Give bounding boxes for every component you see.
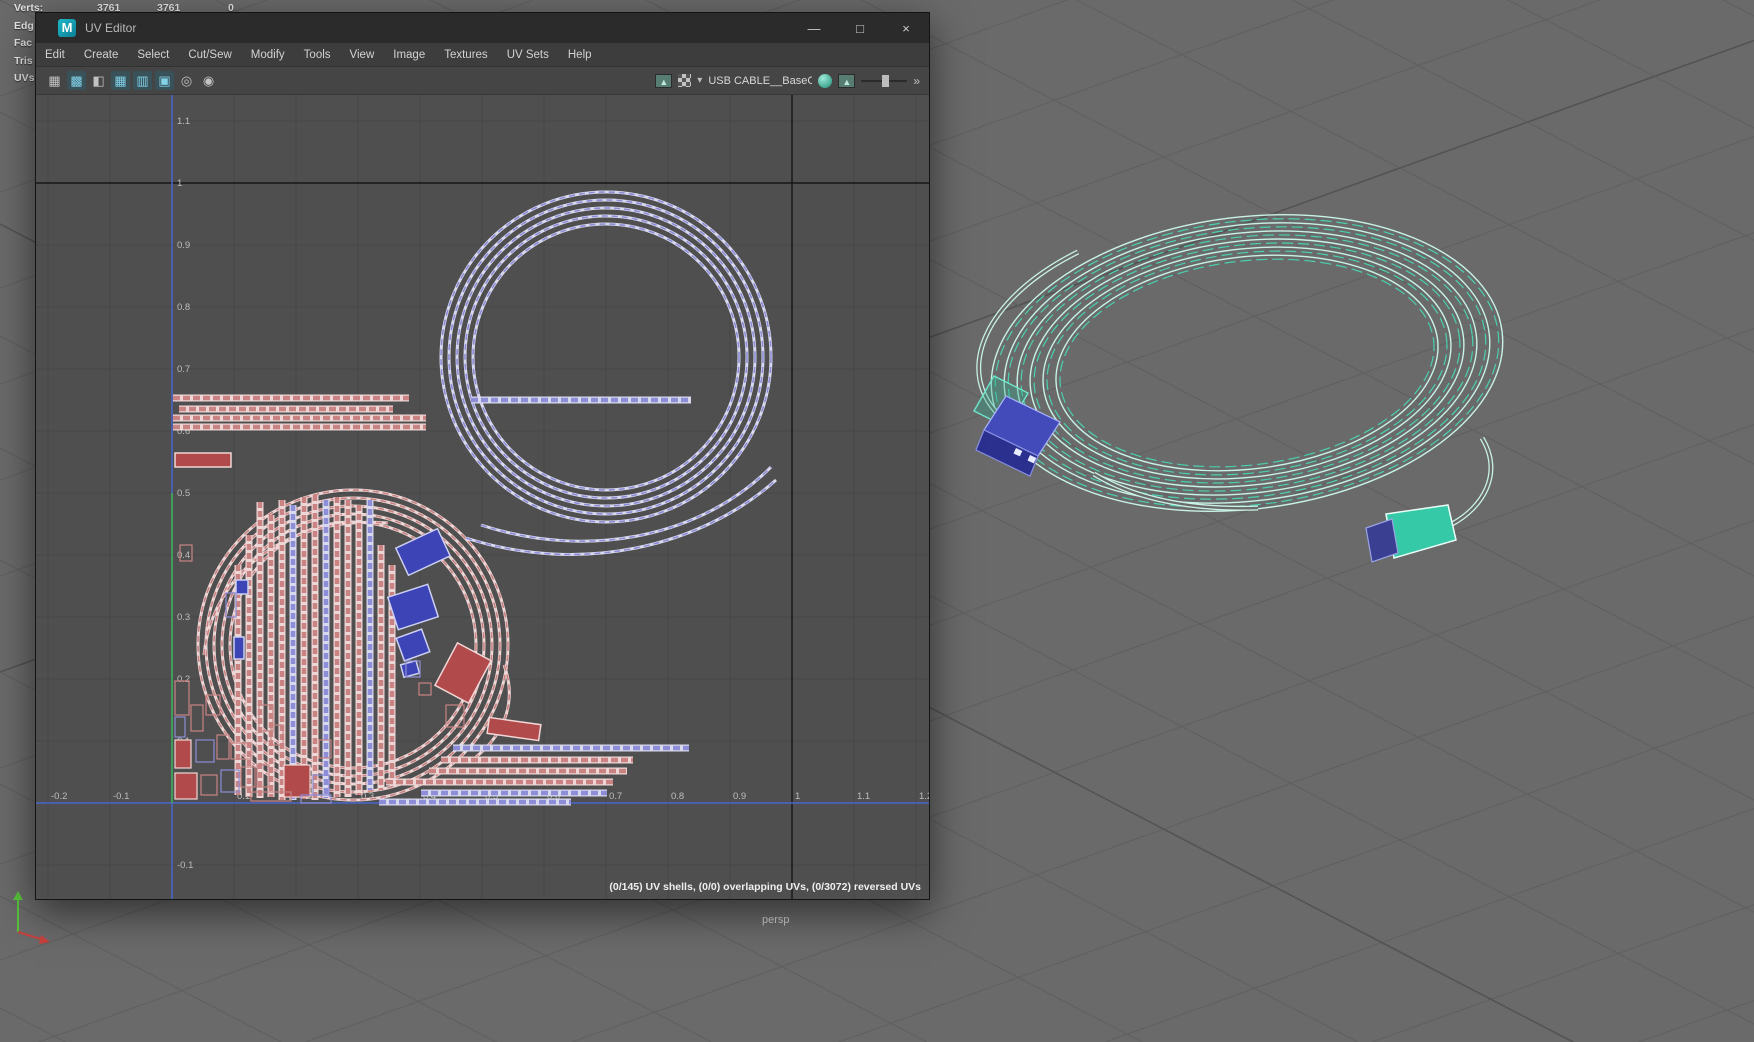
minimize-button[interactable]: — [791,13,837,43]
material-sphere-icon[interactable] [818,73,833,88]
camera-label: persp [762,914,790,926]
pixel-snap-icon[interactable]: ▣ [155,71,174,90]
uv-shell-bit [418,682,432,696]
menu-textures[interactable]: Textures [444,49,487,61]
uv-shell-bit [174,680,190,716]
exposure-slider[interactable] [861,74,908,87]
menu-image[interactable]: Image [393,49,425,61]
uv-tick-label: 0.3 [177,612,190,623]
menu-view[interactable]: View [350,49,375,61]
uv-tick-label: 1.1 [857,791,870,802]
menu-modify[interactable]: Modify [251,49,285,61]
uv-tick-label: 0.5 [177,488,190,499]
checker-map-icon[interactable] [678,74,692,87]
uv-tick-label: 0.8 [671,791,684,802]
texture-name-dropdown[interactable]: USB CABLE__BaseColo [708,75,812,87]
window-title: UV Editor [85,21,137,35]
uv-tick-label: 0.9 [733,791,746,802]
uv-status-text: (0/145) UV shells, (0/0) overlapping UVs… [609,881,921,893]
toolbar-right-cluster: ▲ ▾ USB CABLE__BaseColo ▲ » [655,73,920,88]
uv-toolbar: ▦▩◧▦▥▣◎◉ ▲ ▾ USB CABLE__BaseColo ▲ » [36,67,929,95]
shade-uvs-icon[interactable]: ◎ [177,71,196,90]
image-display-icon[interactable]: ▲ [655,73,673,88]
y-axis-arrow [13,891,23,900]
uv-tick-label: 0.7 [609,791,622,802]
uv-tick-label: 1.2 [919,791,929,802]
menu-bar: Edit Create Select Cut/Sew Modify Tools View Im… [36,43,929,67]
uv-grid [36,95,929,899]
menu-uv-sets[interactable]: UV Sets [507,49,549,61]
slider-handle[interactable] [882,74,890,87]
menu-select[interactable]: Select [137,49,169,61]
uv-distortion-icon[interactable]: ◧ [89,71,108,90]
uv-tick-label: -0.2 [51,791,67,802]
uv-shell-bit [190,704,204,732]
uv-shell-bit [174,739,192,769]
uv-shaded-display-icon[interactable]: ▩ [67,71,86,90]
menu-help[interactable]: Help [568,49,592,61]
uv-shell-rect [399,659,421,679]
uv-grid-icon[interactable]: ▦ [45,71,64,90]
checker-display-icon[interactable]: ▦ [111,71,130,90]
uv-tick-label: 1 [177,178,182,189]
image-glyph: ▲ [659,76,669,87]
menu-edit[interactable]: Edit [45,49,65,61]
uv-shell-rect [235,579,249,595]
uv-shell-bit [200,774,218,796]
uv-shell-bit [195,739,215,763]
maximize-button[interactable]: □ [837,13,883,43]
menu-create[interactable]: Create [84,49,119,61]
maya-application: Verts: 3761 3761 0 Edg Fac Tris UVs persp M UV … [0,0,1754,1042]
uv-shell-bit [174,772,198,800]
texture-dropdown-arrow[interactable]: ▾ [697,75,702,86]
uv-tick-label: 0.2 [177,674,190,685]
uv-tick-label: 0.7 [177,364,190,375]
maya-logo-icon: M [58,19,76,37]
x-axis-arrow [39,935,50,944]
menu-cut-sew[interactable]: Cut/Sew [188,49,231,61]
uv-tick-label: 1.1 [177,116,190,127]
close-button[interactable]: × [883,13,929,43]
uv-tick-label: 1 [795,791,800,802]
texture-borders-icon[interactable]: ▥ [133,71,152,90]
expand-toolbar-icon[interactable]: » [913,74,920,88]
uv-canvas-area[interactable]: 1.110.90.80.70.60.50.40.30.20.1-0.1-0.2-… [36,95,929,899]
uv-shell-bit [174,716,186,738]
uv-shell-bit [216,734,230,760]
uv-shell-rect [395,628,431,662]
uv-tick-label: 0.9 [177,240,190,251]
uv-shell-rect [233,636,245,660]
uv-shell-rect [394,527,452,577]
uv-tick-label: 0.4 [177,550,190,561]
menu-tools[interactable]: Tools [304,49,331,61]
uv-shell-rect [174,452,232,468]
cable-coil-wireframe [990,214,1504,512]
uv-tick-label: -0.1 [113,791,129,802]
uv-canvas[interactable]: 1.110.90.80.70.60.50.40.30.20.1-0.1-0.2-… [36,95,929,899]
uv-tick-label: 0.8 [177,302,190,313]
image-glyph: ▲ [842,76,852,87]
title-bar[interactable]: M UV Editor — □ × [36,13,929,43]
uv-snapshot-icon[interactable]: ◉ [199,71,218,90]
toolbar-left-icons: ▦ ▩ ◧ ▦ ▥ ▣ ◎ ◉ [42,71,218,90]
texture-image-icon[interactable]: ▲ [838,73,856,88]
uv-editor-window: M UV Editor — □ × Edit Create Select Cut/Se… [35,12,930,900]
uv-tick-label: -0.1 [177,860,193,871]
